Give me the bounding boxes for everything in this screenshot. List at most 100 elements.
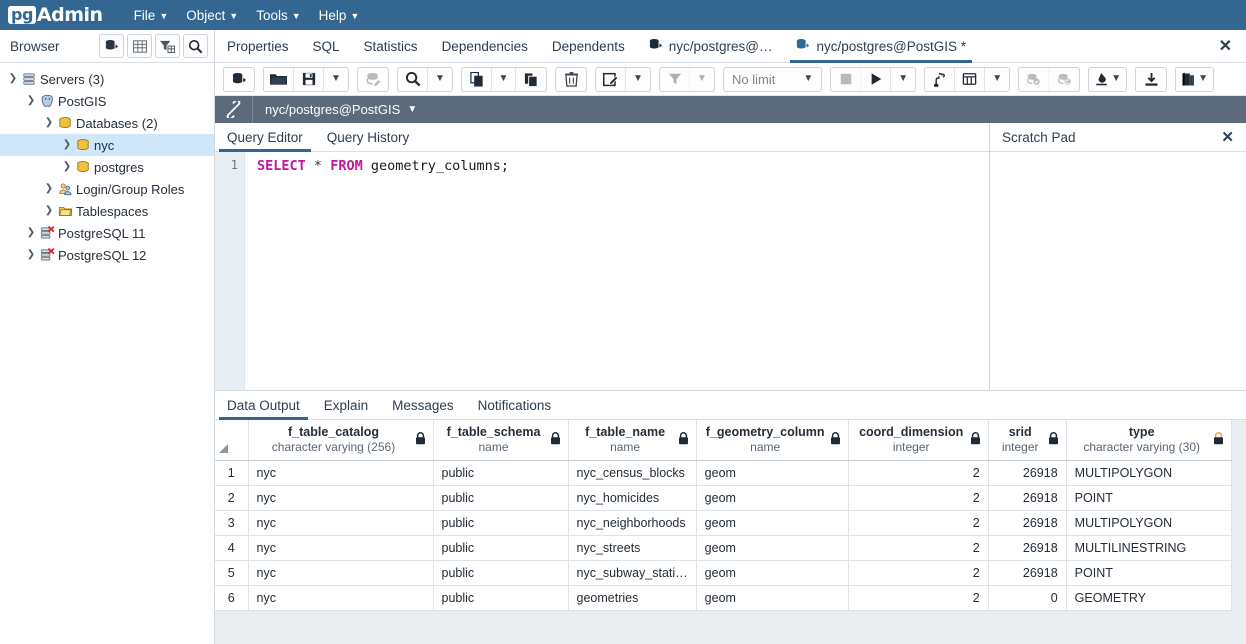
- tree-node-databases[interactable]: ❯ Databases (2): [0, 112, 214, 134]
- tree-node-postgresql-12[interactable]: ❯ PostgreSQL 12: [0, 244, 214, 266]
- tab-query-history[interactable]: Query History: [315, 123, 422, 151]
- chevron-down-icon[interactable]: ❯: [24, 96, 38, 106]
- row-number[interactable]: 4: [215, 536, 248, 561]
- connection-selector[interactable]: nyc/postgres@PostGIS ▼: [253, 102, 417, 117]
- cell-type[interactable]: GEOMETRY: [1066, 586, 1231, 611]
- object-tree[interactable]: ❯ Servers (3) ❯ PostGIS ❯: [0, 63, 214, 644]
- cell-f-geometry-column[interactable]: geom: [696, 586, 848, 611]
- cell-coord-dimension[interactable]: 2: [848, 561, 988, 586]
- table-row[interactable]: 5 nyc public nyc_subway_stati… geom 2 26…: [215, 561, 1231, 586]
- sql-code-area[interactable]: SELECT * FROM geometry_columns;: [245, 152, 989, 390]
- save-file-icon[interactable]: [294, 68, 324, 91]
- cell-srid[interactable]: 0: [988, 586, 1066, 611]
- tab-explain[interactable]: Explain: [312, 391, 380, 419]
- tree-node-postgresql-11[interactable]: ❯ PostgreSQL 11: [0, 222, 214, 244]
- cell-f-table-catalog[interactable]: nyc: [248, 586, 433, 611]
- rollback-icon[interactable]: [1049, 68, 1079, 91]
- chevron-right-icon[interactable]: ❯: [42, 206, 56, 216]
- cell-type[interactable]: POINT: [1066, 486, 1231, 511]
- explain-options-caret[interactable]: ▼: [985, 68, 1009, 91]
- result-grid[interactable]: f_table_catalog character varying (256): [215, 420, 1246, 644]
- cell-f-geometry-column[interactable]: geom: [696, 561, 848, 586]
- cell-srid[interactable]: 26918: [988, 536, 1066, 561]
- cell-f-table-catalog[interactable]: nyc: [248, 486, 433, 511]
- cell-f-table-catalog[interactable]: nyc: [248, 511, 433, 536]
- column-header-srid[interactable]: srid integer: [988, 420, 1066, 461]
- cell-f-table-name[interactable]: nyc_homicides: [568, 486, 696, 511]
- menu-tools[interactable]: Tools ▼: [247, 0, 309, 30]
- column-header-type[interactable]: type character varying (30): [1066, 420, 1231, 461]
- table-row[interactable]: 3 nyc public nyc_neighborhoods geom 2 26…: [215, 511, 1231, 536]
- row-number[interactable]: 6: [215, 586, 248, 611]
- execute-options-caret[interactable]: ▼: [891, 68, 915, 91]
- chevron-right-icon[interactable]: ❯: [42, 184, 56, 194]
- column-header-coord-dimension[interactable]: coord_dimension integer: [848, 420, 988, 461]
- connection-icon[interactable]: [215, 96, 253, 123]
- cell-f-geometry-column[interactable]: geom: [696, 536, 848, 561]
- tab-messages[interactable]: Messages: [380, 391, 466, 419]
- cell-f-geometry-column[interactable]: geom: [696, 511, 848, 536]
- clear-icon[interactable]: ▼: [1089, 68, 1126, 91]
- chevron-right-icon[interactable]: ❯: [24, 250, 38, 260]
- row-number[interactable]: 5: [215, 561, 248, 586]
- column-header-f-table-catalog[interactable]: f_table_catalog character varying (256): [248, 420, 433, 461]
- explain-analyze-icon[interactable]: [955, 68, 985, 91]
- delete-row-icon[interactable]: [556, 68, 586, 91]
- cell-f-table-name[interactable]: geometries: [568, 586, 696, 611]
- tab-properties[interactable]: Properties: [215, 30, 301, 62]
- tab-data-output[interactable]: Data Output: [215, 391, 312, 419]
- row-number[interactable]: 1: [215, 461, 248, 486]
- tab-sql[interactable]: SQL: [301, 30, 352, 62]
- chevron-down-icon[interactable]: ❯: [6, 74, 20, 84]
- cell-f-geometry-column[interactable]: geom: [696, 461, 848, 486]
- cell-f-table-catalog[interactable]: nyc: [248, 561, 433, 586]
- tree-node-postgis[interactable]: ❯ PostGIS: [0, 90, 214, 112]
- cell-coord-dimension[interactable]: 2: [848, 511, 988, 536]
- tree-node-login-group-roles[interactable]: ❯ Login/Group Roles: [0, 178, 214, 200]
- save-options-caret[interactable]: ▼: [324, 68, 348, 91]
- open-query-tool-icon[interactable]: [224, 68, 254, 91]
- cell-type[interactable]: MULTIPOLYGON: [1066, 461, 1231, 486]
- cell-f-table-name[interactable]: nyc_streets: [568, 536, 696, 561]
- close-icon[interactable]: ✕: [1221, 128, 1234, 146]
- cell-f-table-schema[interactable]: public: [433, 461, 568, 486]
- edit-icon[interactable]: [596, 68, 626, 91]
- cell-f-table-name[interactable]: nyc_neighborhoods: [568, 511, 696, 536]
- cell-f-table-name[interactable]: nyc_census_blocks: [568, 461, 696, 486]
- open-file-icon[interactable]: [264, 68, 294, 91]
- paste-icon[interactable]: [516, 68, 546, 91]
- scratch-pad-textarea[interactable]: [990, 152, 1246, 390]
- filter-options-caret[interactable]: ▼: [690, 68, 714, 91]
- menu-file[interactable]: File ▼: [125, 0, 178, 30]
- sql-editor[interactable]: 1 SELECT * FROM geometry_columns;: [215, 152, 989, 390]
- tree-node-tablespaces[interactable]: ❯ Tablespaces: [0, 200, 214, 222]
- tab-dependencies[interactable]: Dependencies: [430, 30, 540, 62]
- cell-f-table-schema[interactable]: public: [433, 486, 568, 511]
- column-header-f-geometry-column[interactable]: f_geometry_column name: [696, 420, 848, 461]
- find-options-caret[interactable]: ▼: [428, 68, 452, 91]
- menu-help[interactable]: Help ▼: [310, 0, 369, 30]
- cell-srid[interactable]: 26918: [988, 486, 1066, 511]
- macros-icon[interactable]: ▼: [1176, 68, 1213, 91]
- tab-dependents[interactable]: Dependents: [540, 30, 637, 62]
- filter-icon[interactable]: [660, 68, 690, 91]
- find-icon[interactable]: [398, 68, 428, 91]
- cell-coord-dimension[interactable]: 2: [848, 586, 988, 611]
- explain-icon[interactable]: [925, 68, 955, 91]
- tab-statistics[interactable]: Statistics: [352, 30, 430, 62]
- commit-icon[interactable]: [1019, 68, 1049, 91]
- column-header-f-table-schema[interactable]: f_table_schema name: [433, 420, 568, 461]
- edit-data-icon[interactable]: [358, 68, 388, 91]
- cell-srid[interactable]: 26918: [988, 461, 1066, 486]
- tab-query-editor[interactable]: Query Editor: [215, 123, 315, 151]
- filter-table-icon[interactable]: [155, 34, 180, 58]
- cell-srid[interactable]: 26918: [988, 561, 1066, 586]
- copy-options-caret[interactable]: ▼: [492, 68, 516, 91]
- cell-type[interactable]: POINT: [1066, 561, 1231, 586]
- row-number[interactable]: 3: [215, 511, 248, 536]
- cell-f-table-schema[interactable]: public: [433, 511, 568, 536]
- table-row[interactable]: 6 nyc public geometries geom 2 0 GEOMETR…: [215, 586, 1231, 611]
- cell-f-table-catalog[interactable]: nyc: [248, 536, 433, 561]
- tree-node-nyc[interactable]: ❯ nyc: [0, 134, 214, 156]
- cell-f-table-schema[interactable]: public: [433, 561, 568, 586]
